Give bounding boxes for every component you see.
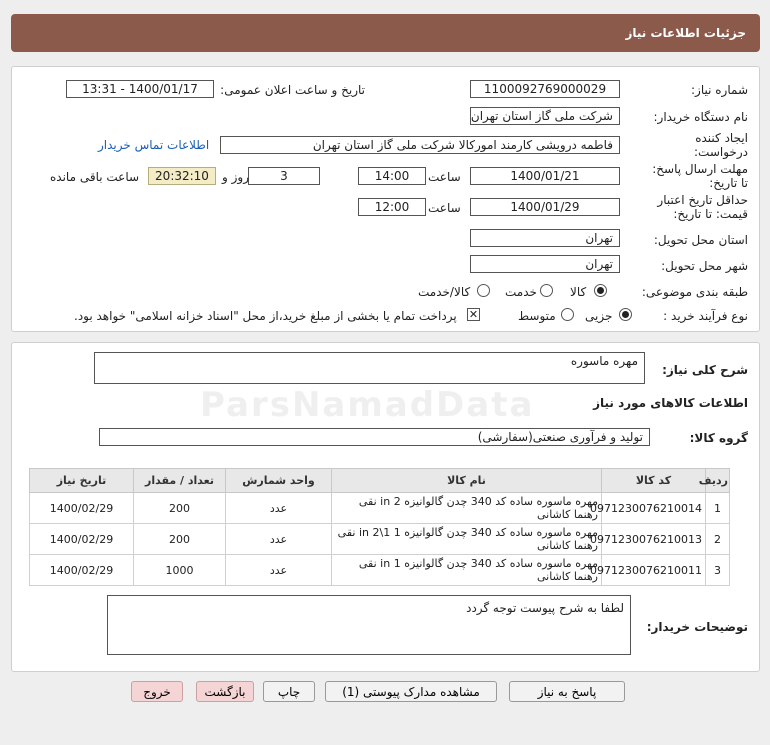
col-item-name: نام کالا (331, 468, 602, 493)
item-date: 1400/02/29 (29, 492, 134, 524)
process-medium-radio[interactable] (561, 308, 574, 321)
deadline-label: مهلت ارسال پاسخ: تا تاریخ: (652, 162, 748, 190)
row-index: 2 (705, 523, 730, 555)
item-date: 1400/02/29 (29, 523, 134, 555)
print-button[interactable]: چاپ (263, 681, 315, 702)
category-service-label: خدمت (505, 285, 537, 299)
item-name: مهره ماسوره ساده کد 340 چدن گالوانیزه 1 … (331, 523, 602, 555)
validity-date-field: 1400/01/29 (470, 198, 620, 216)
item-name: مهره ماسوره ساده کد 340 چدن گالوانیزه 1 … (331, 554, 602, 586)
item-unit: عدد (225, 523, 332, 555)
remaining-time-field: 20:32:10 (148, 167, 216, 185)
province-field: تهران (470, 229, 620, 247)
category-goods-radio[interactable] (594, 284, 607, 297)
need-number-field: 1100092769000029 (470, 80, 620, 98)
buyer-org-label: نام دستگاه خریدار: (653, 110, 749, 124)
goods-table-header: ردیف کد کالا نام کالا واحد شمارش تعداد /… (29, 468, 730, 493)
days-field: 3 (248, 167, 320, 185)
deadline-time-field: 14:00 (358, 167, 426, 185)
process-minor-radio[interactable] (619, 308, 632, 321)
item-code: 0971230076210014 (590, 492, 706, 524)
deadline-time-label: ساعت (428, 170, 461, 184)
summary-field: مهره ماسوره (94, 352, 645, 384)
treasury-payment-note: پرداخت تمام یا بخشی از مبلغ خرید،از محل … (74, 309, 457, 323)
deadline-date-field: 1400/01/21 (470, 167, 620, 185)
validity-time-label: ساعت (428, 201, 461, 215)
col-item-code: کد کالا (601, 468, 706, 493)
buyer-notes-label: توضیحات خریدار: (646, 620, 748, 634)
col-unit: واحد شمارش (225, 468, 332, 493)
province-label: استان محل تحویل: (653, 233, 748, 247)
table-row: 2 0971230076210013 مهره ماسوره ساده کد 3… (29, 523, 730, 555)
row-index: 1 (705, 492, 730, 524)
col-need-date: تاریخ نیاز (29, 468, 134, 493)
remaining-label: ساعت باقی مانده (50, 170, 140, 184)
item-qty: 1000 (133, 554, 226, 586)
item-unit: عدد (225, 554, 332, 586)
need-number-label: شماره نیاز: (691, 83, 748, 97)
goods-group-label: گروه کالا: (689, 431, 748, 445)
city-label: شهر محل تحویل: (661, 259, 748, 273)
item-unit: عدد (225, 492, 332, 524)
process-medium-label: متوسط (518, 309, 556, 323)
process-label: نوع فرآیند خرید : (663, 309, 748, 323)
col-quantity: تعداد / مقدار (133, 468, 226, 493)
item-qty: 200 (133, 523, 226, 555)
item-code: 0971230076210011 (590, 554, 706, 586)
item-date: 1400/02/29 (29, 554, 134, 586)
treasury-payment-checkbox[interactable]: ✕ (467, 308, 480, 321)
announce-field: 1400/01/17 - 13:31 (66, 80, 214, 98)
item-code: 0971230076210013 (590, 523, 706, 555)
category-service-radio[interactable] (540, 284, 553, 297)
reply-button[interactable]: پاسخ به نیاز (509, 681, 625, 702)
goods-info-title: اطلاعات کالاهای مورد نیاز (593, 396, 748, 410)
days-label: روز و (222, 170, 249, 184)
view-documents-button[interactable]: مشاهده مدارک پیوستی (1) (325, 681, 497, 702)
goods-group-field: تولید و فرآوری صنعتی(سفارشی) (99, 428, 650, 446)
goods-table: ردیف کد کالا نام کالا واحد شمارش تعداد /… (29, 468, 730, 586)
summary-label: شرح کلی نیاز: (662, 363, 748, 377)
table-row: 3 0971230076210011 مهره ماسوره ساده کد 3… (29, 554, 730, 586)
page-header: جزئیات اطلاعات نیاز (11, 14, 760, 52)
back-button[interactable]: بازگشت (196, 681, 254, 702)
process-minor-label: جزیی (585, 309, 613, 323)
announce-label: تاریخ و ساعت اعلان عمومی: (220, 83, 365, 97)
exit-button[interactable]: خروج (131, 681, 183, 702)
table-row: 1 0971230076210014 مهره ماسوره ساده کد 3… (29, 492, 730, 524)
buyer-notes-field: لطفا به شرح پیوست توجه گردد (107, 595, 631, 655)
category-goods-service-radio[interactable] (477, 284, 490, 297)
col-row-index: ردیف (699, 468, 730, 493)
validity-label: حداقل تاریخ اعتبار قیمت: تا تاریخ: (657, 193, 748, 221)
category-goods-service-label: کالا/خدمت (418, 285, 471, 299)
item-qty: 200 (133, 492, 226, 524)
item-name: مهره ماسوره ساده کد 340 چدن گالوانیزه 2 … (331, 492, 602, 524)
validity-time-field: 12:00 (358, 198, 426, 216)
creator-field: فاطمه درویشی کارمند امورکالا شرکت ملی گا… (220, 136, 620, 154)
page-title: جزئیات اطلاعات نیاز (625, 26, 746, 40)
category-label: طبقه بندی موضوعی: (641, 285, 748, 299)
creator-label: ایجاد کننده درخواست: (694, 131, 748, 159)
buyer-org-field: شرکت ملی گاز استان تهران (470, 107, 620, 125)
row-index: 3 (705, 554, 730, 586)
city-field: تهران (470, 255, 620, 273)
contact-link[interactable]: اطلاعات تماس خریدار (98, 138, 209, 152)
category-goods-label: کالا (570, 285, 587, 299)
